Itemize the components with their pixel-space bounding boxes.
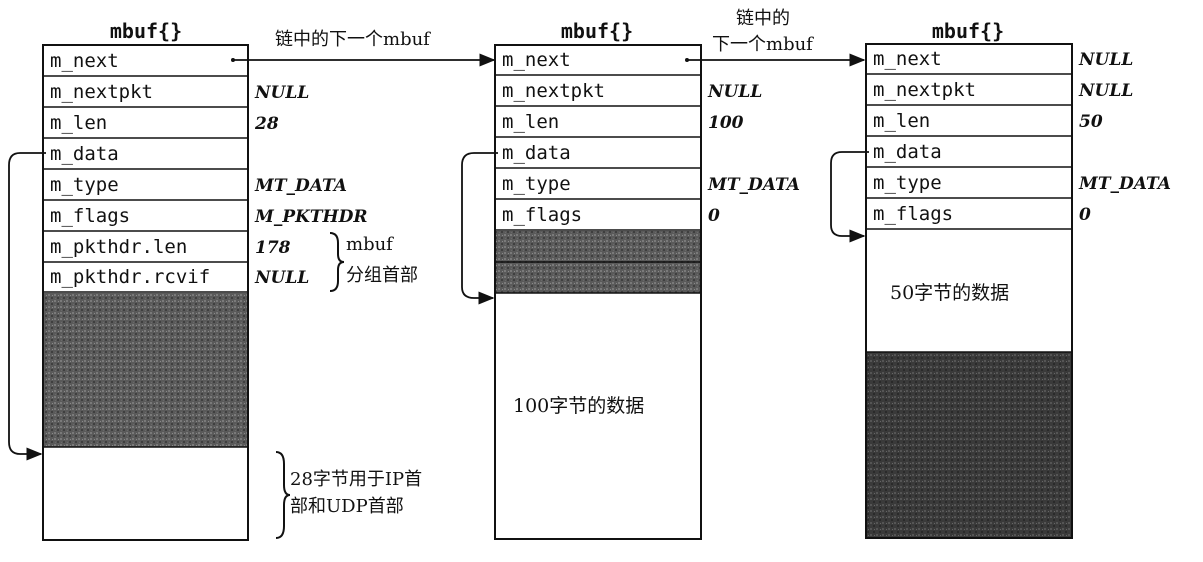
mbuf-3-field-m_nextpkt: m_nextpkt xyxy=(873,79,976,101)
mbuf-1-value-m_type: MT_DATA xyxy=(254,176,347,196)
next-arrow-2-label-2: 下一个mbuf xyxy=(712,34,814,55)
mbuf-2-value-m_nextpkt: NULL xyxy=(707,82,762,102)
mbuf-3-value-m_type: MT_DATA xyxy=(1078,174,1171,194)
mbuf-1-data-label-2: 部和UDP首部 xyxy=(290,496,404,517)
mbuf-1-field-m_pkthdr-len: m_pkthdr.len xyxy=(50,236,187,258)
mbuf-1-field-m_data: m_data xyxy=(50,143,119,165)
next-arrow-1: 链中的下一个mbuf xyxy=(231,29,496,67)
mbuf-1-value-m_nextpkt: NULL xyxy=(254,83,309,103)
mbuf-1: mbuf{} m_next m_nextpkt m_len m_data m_t… xyxy=(8,19,422,541)
mbuf-1-pkthdr-label-2: 分组首部 xyxy=(346,265,418,286)
mbuf-2-field-m_next: m_next xyxy=(502,49,571,71)
mbuf-2-title: mbuf{} xyxy=(561,19,633,43)
mbuf-1-value-m_pkthdr-len: 178 xyxy=(255,238,291,258)
mbuf-3-field-m_flags: m_flags xyxy=(873,203,953,225)
mbuf-1-value-m_len: 28 xyxy=(254,114,279,134)
mbuf-3-value-m_nextpkt: NULL xyxy=(1078,81,1133,101)
mbuf-2-field-m_nextpkt: m_nextpkt xyxy=(502,80,605,102)
mbuf-3-field-m_next: m_next xyxy=(873,48,942,70)
mbuf-1-field-m_len: m_len xyxy=(50,112,107,134)
mbuf-3-m_data-pointer xyxy=(830,151,869,243)
mbuf-2-field-m_data: m_data xyxy=(502,142,571,164)
mbuf-2-data-label: 100字节的数据 xyxy=(513,395,644,417)
mbuf-3-field-m_type: m_type xyxy=(873,172,942,194)
mbuf-3-unused-area xyxy=(867,352,1071,537)
mbuf-3-value-m_flags: 0 xyxy=(1079,205,1091,225)
mbuf-1-value-m_pkthdr-rcvif: NULL xyxy=(254,268,309,288)
mbuf-1-pkthdr-label-1: mbuf xyxy=(346,234,394,255)
mbuf-1-title: mbuf{} xyxy=(110,19,182,43)
mbuf-3-value-m_next: NULL xyxy=(1078,50,1133,70)
mbuf-1-value-m_flags: M_PKTHDR xyxy=(254,207,367,227)
mbuf-1-unused-area xyxy=(44,293,247,447)
mbuf-3-field-m_data: m_data xyxy=(873,141,942,163)
mbuf-1-field-m_flags: m_flags xyxy=(50,205,130,227)
mbuf-1-field-m_pkthdr-rcvif: m_pkthdr.rcvif xyxy=(50,266,210,288)
mbuf-3-data-label: 50字节的数据 xyxy=(890,282,1009,304)
mbuf-1-data-brace xyxy=(275,451,291,539)
mbuf-2-value-m_type: MT_DATA xyxy=(707,175,800,195)
mbuf-1-field-m_next: m_next xyxy=(50,50,119,72)
mbuf-2-value-m_len: 100 xyxy=(708,113,744,133)
mbuf-2-value-m_flags: 0 xyxy=(708,206,720,226)
mbuf-3-value-m_len: 50 xyxy=(1079,112,1103,132)
next-arrow-2: 链中的 下一个mbuf xyxy=(685,8,866,67)
mbuf-3-field-m_len: m_len xyxy=(873,110,930,132)
mbuf-2-field-m_flags: m_flags xyxy=(502,204,582,226)
next-arrow-1-label: 链中的下一个mbuf xyxy=(275,29,431,50)
mbuf-2: mbuf{} m_next m_nextpkt m_len m_data m_t… xyxy=(461,19,800,540)
mbuf-1-pkthdr-brace xyxy=(329,232,345,292)
mbuf-chain-diagram: mbuf{} m_next m_nextpkt m_len m_data m_t… xyxy=(8,8,1171,541)
mbuf-1-field-m_type: m_type xyxy=(50,174,119,196)
mbuf-2-field-m_type: m_type xyxy=(502,173,571,195)
mbuf-1-m_data-pointer xyxy=(8,152,46,461)
mbuf-3: mbuf{} m_next m_nextpkt m_len m_data m_t… xyxy=(830,19,1171,539)
mbuf-1-data-label-1: 28字节用于IP首 xyxy=(290,469,422,490)
mbuf-2-m_data-pointer xyxy=(461,152,498,305)
next-arrow-2-label-1: 链中的 xyxy=(736,8,790,29)
mbuf-1-field-m_nextpkt: m_nextpkt xyxy=(50,81,153,103)
mbuf-3-title: mbuf{} xyxy=(932,19,1004,43)
mbuf-2-field-m_len: m_len xyxy=(502,111,559,133)
